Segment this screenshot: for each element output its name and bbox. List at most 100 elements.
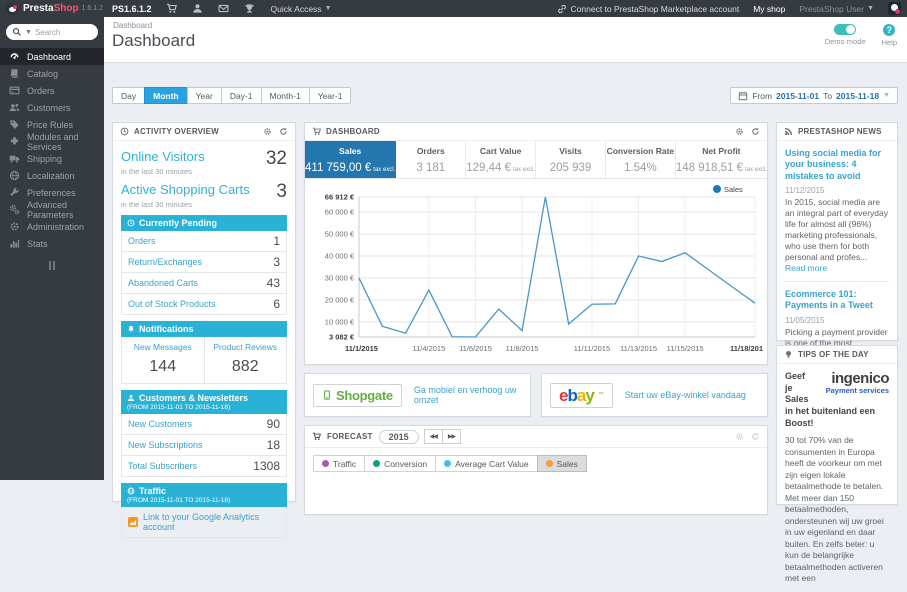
list-item-label[interactable]: New Customers bbox=[128, 419, 192, 429]
sidebar-search[interactable]: ▼ bbox=[6, 24, 98, 40]
sidebar-item-dashboard[interactable]: Dashboard bbox=[0, 48, 104, 65]
my-shop-link[interactable]: My shop bbox=[753, 4, 785, 14]
sidebar-item-stats[interactable]: Stats bbox=[0, 235, 104, 252]
range-button-day-1[interactable]: Day-1 bbox=[220, 87, 262, 104]
forecast-toggle-sales[interactable]: Sales bbox=[536, 455, 587, 472]
help-control: ? Help bbox=[882, 24, 897, 47]
marketplace-link[interactable]: Connect to PrestaShop Marketplace accoun… bbox=[557, 4, 739, 14]
kpi-tab-visits[interactable]: Visits 205 939 bbox=[536, 141, 606, 178]
notification-cell-product-reviews[interactable]: Product Reviews 882 bbox=[203, 337, 287, 383]
list-item-value: 1 bbox=[273, 234, 280, 248]
orders-icon bbox=[9, 85, 20, 96]
list-item-label[interactable]: Return/Exchanges bbox=[128, 257, 202, 267]
demo-mode-toggle[interactable] bbox=[834, 24, 857, 35]
sidebar-item-administration[interactable]: Administration bbox=[0, 218, 104, 235]
list-item-label[interactable]: New Subscriptions bbox=[128, 440, 203, 450]
sidebar-item-advanced-parameters[interactable]: Advanced Parameters bbox=[0, 200, 104, 220]
gear-icon bbox=[9, 221, 20, 232]
help-icon[interactable]: ? bbox=[883, 24, 896, 36]
gear-icon[interactable] bbox=[735, 127, 744, 136]
toggle-label: Average Cart Value bbox=[455, 458, 529, 469]
user-icon[interactable] bbox=[192, 3, 203, 14]
sidebar-item-preferences[interactable]: Preferences bbox=[0, 184, 104, 201]
svg-text:11/8/2015: 11/8/2015 bbox=[506, 344, 539, 353]
range-button-year-1[interactable]: Year-1 bbox=[308, 87, 352, 104]
svg-text:50 000 €: 50 000 € bbox=[325, 230, 355, 239]
kpi-tab-sales[interactable]: Sales 411 759,00 € tax excl. bbox=[305, 141, 397, 178]
range-button-month[interactable]: Month bbox=[144, 87, 188, 104]
kpi-tab-conversion-rate[interactable]: Conversion Rate 1.54% bbox=[606, 141, 676, 178]
google-analytics-link[interactable]: Link to your Google Analytics account bbox=[121, 507, 287, 538]
refresh-icon[interactable] bbox=[279, 127, 288, 136]
sidebar-item-modules-and-services[interactable]: Modules and Services bbox=[0, 132, 104, 152]
toggle-label: Sales bbox=[556, 458, 578, 469]
forecast-toggle-traffic[interactable]: Traffic bbox=[313, 455, 366, 472]
list-item-value: 43 bbox=[266, 276, 280, 290]
news-article-title[interactable]: Ecommerce 101: Payments in a Tweet bbox=[785, 289, 889, 312]
forecast-prev-button[interactable]: ◀◀ bbox=[423, 429, 443, 444]
activity-stat-value: 3 bbox=[276, 181, 287, 202]
cell-value: 144 bbox=[149, 358, 177, 375]
mail-icon[interactable] bbox=[218, 3, 229, 14]
chevron-down-icon: ▼ bbox=[324, 5, 332, 12]
svg-text:11/18/201: 11/18/201 bbox=[730, 344, 763, 353]
forecast-next-button[interactable]: ▶▶ bbox=[441, 429, 462, 444]
collapse-menu-button[interactable] bbox=[0, 261, 104, 270]
metric-dot bbox=[373, 460, 381, 467]
news-article-title[interactable]: Using social media for your business: 4 … bbox=[785, 148, 889, 182]
kpi-tab-orders[interactable]: Orders 3 181 bbox=[396, 141, 467, 178]
section-list: Orders 1 Return/Exchanges 3 Abandoned Carts 4… bbox=[121, 231, 287, 315]
quick-access-menu[interactable]: Quick Access ▼ bbox=[271, 4, 332, 14]
trophy-icon[interactable] bbox=[244, 3, 255, 14]
range-button-day[interactable]: Day bbox=[112, 87, 146, 104]
gear-icon[interactable] bbox=[735, 432, 744, 441]
sidebar-item-localization[interactable]: Localization bbox=[0, 167, 104, 184]
chevron-down-icon[interactable]: ▼ bbox=[25, 29, 32, 36]
date-range-picker[interactable]: From 2015-11-01 To 2015-11-18 ▼ bbox=[730, 87, 898, 104]
advanced-icon bbox=[9, 204, 20, 215]
ingenico-logo: ingenico Payment services bbox=[825, 370, 890, 395]
sidebar-item-label: Price Rules bbox=[27, 119, 74, 130]
refresh-icon[interactable] bbox=[751, 432, 760, 441]
section-subtitle: (FROM 2015-11-01 TO 2015-11-18) bbox=[127, 497, 231, 504]
notification-cell-new-messages[interactable]: New Messages 144 bbox=[122, 337, 204, 383]
list-item-label[interactable]: Abandoned Carts bbox=[128, 278, 198, 288]
read-more-link[interactable]: Read more bbox=[785, 263, 827, 273]
refresh-icon[interactable] bbox=[751, 127, 760, 136]
range-button-year[interactable]: Year bbox=[186, 87, 222, 104]
ebay-link[interactable]: Start uw eBay-winkel vandaag bbox=[625, 390, 746, 400]
kpi-value: 205 939 bbox=[549, 162, 592, 174]
forecast-year[interactable]: 2015 bbox=[378, 429, 419, 444]
forecast-toggle-conversion[interactable]: Conversion bbox=[364, 455, 437, 472]
sidebar-item-customers[interactable]: Customers bbox=[0, 99, 104, 116]
cart-icon[interactable] bbox=[166, 3, 177, 14]
kpi-tab-cart-value[interactable]: Cart Value 129,44 € tax excl. bbox=[466, 141, 537, 178]
sidebar-item-catalog[interactable]: Catalog bbox=[0, 65, 104, 82]
kpi-tab-net-profit[interactable]: Net Profit 148 918,51 € tax excl. bbox=[676, 141, 767, 178]
link-text: Link to your Google Analytics account bbox=[143, 512, 260, 532]
activity-stat-label[interactable]: Online Visitors bbox=[121, 149, 205, 164]
gear-icon[interactable] bbox=[263, 127, 272, 136]
toggle-label: Traffic bbox=[333, 458, 357, 469]
range-button-month-1[interactable]: Month-1 bbox=[260, 87, 310, 104]
shipping-icon bbox=[9, 153, 20, 164]
cell-value: 882 bbox=[231, 358, 259, 375]
forecast-toggle-average-cart-value[interactable]: Average Cart Value bbox=[435, 455, 538, 472]
avatar[interactable] bbox=[888, 2, 901, 15]
sidebar-item-label: Preferences bbox=[27, 187, 76, 198]
list-item: Return/Exchanges 3 bbox=[122, 252, 286, 273]
search-input[interactable] bbox=[34, 27, 92, 37]
sidebar-item-label: Customers bbox=[27, 102, 71, 113]
svg-text:20 000 €: 20 000 € bbox=[325, 295, 355, 304]
list-item-label[interactable]: Total Subscribers bbox=[128, 461, 197, 471]
list-item-label[interactable]: Out of Stock Products bbox=[128, 299, 216, 309]
ebay-promo-panel: ebay ™ Start uw eBay-winkel vandaag bbox=[541, 373, 768, 417]
shopgate-link[interactable]: Ga mobiel en verhoog uw omzet bbox=[414, 385, 522, 405]
kpi-note: tax excl. bbox=[513, 167, 536, 173]
sidebar-item-shipping[interactable]: Shipping bbox=[0, 150, 104, 167]
sidebar-item-price-rules[interactable]: Price Rules bbox=[0, 116, 104, 133]
sidebar-item-orders[interactable]: Orders bbox=[0, 82, 104, 99]
user-menu[interactable]: PrestaShop User ▼ bbox=[799, 4, 874, 14]
list-item-label[interactable]: Orders bbox=[128, 236, 156, 246]
activity-stat-label[interactable]: Active Shopping Carts bbox=[121, 182, 250, 197]
